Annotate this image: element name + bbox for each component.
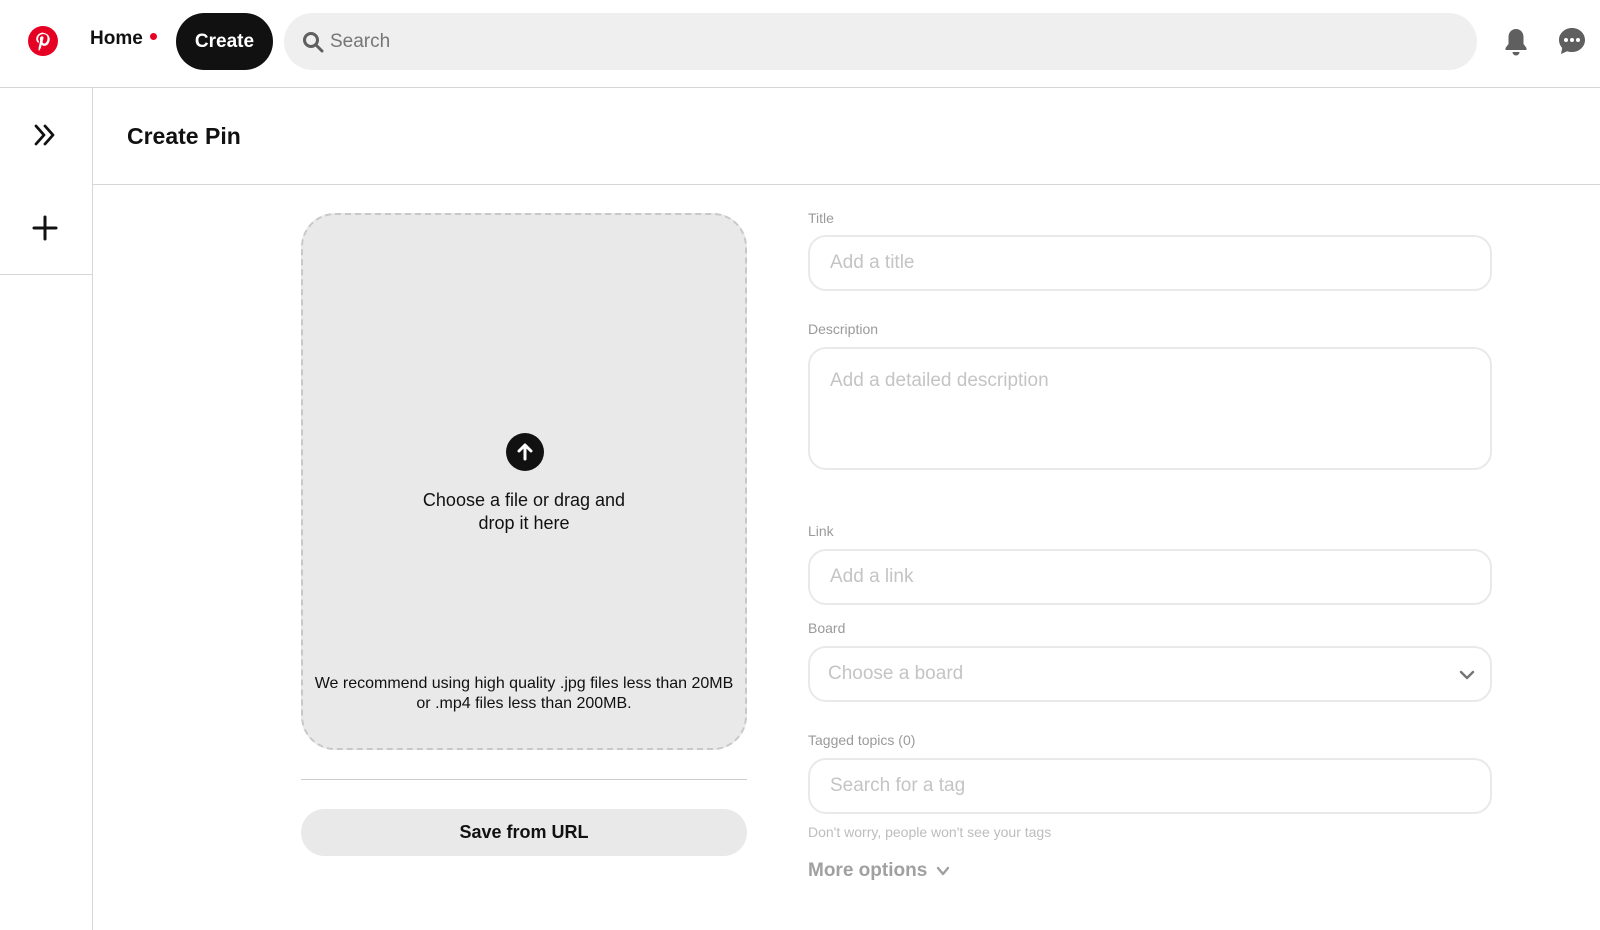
dropzone-prompt: Choose a file or drag and drop it here bbox=[422, 490, 626, 533]
search-bar[interactable] bbox=[284, 13, 1477, 70]
page-title: Create Pin bbox=[127, 123, 241, 149]
board-select[interactable]: Choose a board bbox=[808, 646, 1492, 702]
sidebar-divider bbox=[0, 274, 93, 275]
more-options-toggle[interactable]: More options bbox=[808, 860, 951, 882]
create-button[interactable]: Create bbox=[176, 13, 273, 70]
notification-dot bbox=[150, 33, 157, 40]
upload-button[interactable] bbox=[506, 433, 544, 471]
description-textarea[interactable]: Add a detailed description bbox=[808, 347, 1492, 470]
file-recommendation: We recommend using high quality .jpg fil… bbox=[314, 675, 734, 712]
tagged-topics-label: Tagged topics (0) bbox=[808, 732, 916, 748]
title-label: Title bbox=[808, 210, 834, 226]
tag-search-input[interactable]: Search for a tag bbox=[808, 758, 1492, 814]
arrow-up-icon bbox=[517, 443, 533, 461]
search-input[interactable] bbox=[330, 13, 1430, 70]
double-chevron-right-icon[interactable] bbox=[32, 122, 58, 148]
tags-hint: Don't worry, people won't see your tags bbox=[808, 824, 1052, 840]
file-dropzone[interactable]: Choose a file or drag and drop it here W… bbox=[301, 213, 747, 750]
save-from-url-button[interactable]: Save from URL bbox=[301, 809, 747, 856]
description-label: Description bbox=[808, 321, 879, 337]
more-options-label: More options bbox=[808, 860, 928, 881]
page-header: Create Pin bbox=[93, 88, 1600, 185]
notifications-bell-icon[interactable] bbox=[1502, 27, 1530, 57]
board-label: Board bbox=[808, 620, 846, 636]
title-input[interactable]: Add a title bbox=[808, 235, 1492, 291]
chevron-down-icon bbox=[1459, 670, 1475, 680]
link-label: Link bbox=[808, 523, 834, 539]
pinterest-logo-icon[interactable] bbox=[28, 26, 58, 56]
link-input[interactable]: Add a link bbox=[808, 549, 1492, 605]
messages-icon[interactable] bbox=[1557, 26, 1587, 56]
board-select-value: Choose a board bbox=[828, 663, 964, 684]
left-sidebar bbox=[0, 88, 93, 930]
top-nav: Home Create bbox=[0, 0, 1600, 88]
plus-icon[interactable] bbox=[32, 215, 58, 241]
upload-divider bbox=[301, 779, 747, 780]
chevron-down-icon bbox=[937, 866, 950, 876]
search-icon bbox=[303, 32, 324, 53]
home-link[interactable]: Home bbox=[90, 28, 143, 50]
